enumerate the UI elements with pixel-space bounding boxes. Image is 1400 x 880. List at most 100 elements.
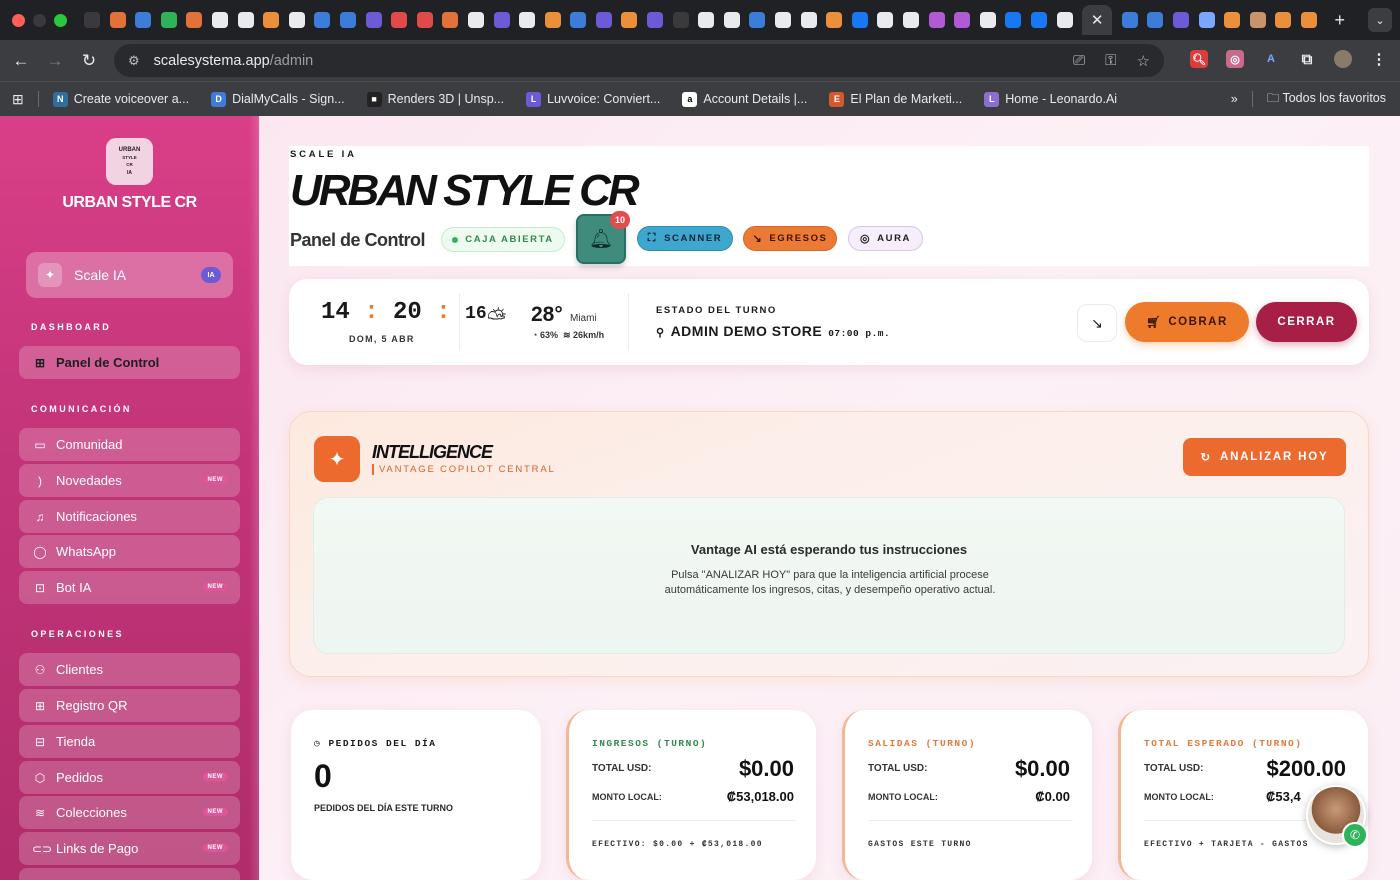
site-info-icon[interactable]: ⚙ bbox=[128, 53, 140, 69]
sidebar-item-links-de-pago[interactable]: ⊂⊃ Links de Pago NEW bbox=[19, 832, 240, 865]
maximize-window-button[interactable] bbox=[54, 13, 67, 27]
tab-favicon-icon[interactable] bbox=[84, 12, 100, 28]
tab-favicon-icon[interactable] bbox=[1056, 12, 1073, 28]
bookmark-item[interactable]: N Create voiceover a... bbox=[52, 91, 189, 107]
tab-favicon-icon[interactable] bbox=[288, 12, 305, 28]
tab-favicon-icon[interactable] bbox=[749, 12, 766, 28]
bookmark-item[interactable]: a Account Details |... bbox=[682, 91, 807, 107]
tab-favicon-icon[interactable] bbox=[160, 12, 177, 28]
extension-a-icon[interactable]: A bbox=[1262, 50, 1280, 68]
tab-favicon-icon[interactable] bbox=[186, 12, 203, 28]
tab-favicon-icon[interactable] bbox=[621, 12, 638, 28]
tab-favicon-icon[interactable] bbox=[1121, 12, 1138, 28]
tab-favicon-icon[interactable] bbox=[1030, 12, 1047, 28]
browser-menu-icon[interactable]: ⋮ bbox=[1370, 50, 1388, 68]
tab-favicon-icon[interactable] bbox=[442, 12, 459, 28]
analizar-hoy-button[interactable]: ↻ ANALIZAR HOY bbox=[1183, 438, 1346, 476]
tab-favicon-icon[interactable] bbox=[237, 12, 254, 28]
close-window-button[interactable] bbox=[12, 13, 25, 27]
tab-favicon-icon[interactable] bbox=[416, 12, 433, 28]
tab-favicon-icon[interactable] bbox=[800, 12, 817, 28]
tab-favicon-icon[interactable] bbox=[647, 12, 664, 28]
tab-favicon-icon[interactable] bbox=[698, 12, 715, 28]
bookmark-item[interactable]: D DialMyCalls - Sign... bbox=[211, 91, 345, 107]
tab-favicon-icon[interactable] bbox=[826, 12, 843, 28]
tab-favicon-icon[interactable] bbox=[672, 12, 689, 28]
more-bookmarks-icon[interactable]: » bbox=[1231, 92, 1238, 106]
tab-favicon-icon[interactable] bbox=[1005, 12, 1022, 28]
tab-favicon-icon[interactable] bbox=[723, 12, 740, 28]
sidebar-item-comunidad[interactable]: ▭ Comunidad bbox=[19, 428, 240, 461]
tab-favicon-icon[interactable] bbox=[1300, 12, 1317, 28]
scale-ia-button[interactable]: ✦ Scale IA IA bbox=[26, 252, 233, 298]
bookmark-item[interactable]: E El Plan de Marketi... bbox=[829, 91, 962, 107]
aura-button[interactable]: ◎ AURA bbox=[848, 226, 923, 251]
egresos-button[interactable]: ↘ EGRESOS bbox=[743, 226, 837, 251]
shift-status-label: ESTADO DEL TURNO bbox=[656, 305, 777, 316]
tab-favicon-icon[interactable] bbox=[339, 12, 356, 28]
address-bar[interactable]: ⚙ scalesystema.app/admin ⎚ ⚿ ☆ bbox=[114, 44, 1164, 77]
sidebar-item-bot-ia[interactable]: ⊡ Bot IA NEW bbox=[19, 571, 240, 604]
tab-favicon-icon[interactable] bbox=[1249, 12, 1266, 28]
sidebar-item-notificaciones[interactable]: ♫ Notificaciones bbox=[19, 500, 240, 533]
tab-favicon-icon[interactable] bbox=[263, 12, 280, 28]
extensions-puzzle-icon[interactable]: ⧉ bbox=[1298, 50, 1316, 68]
sidebar-item-tienda[interactable]: ⊟ Tienda bbox=[19, 725, 240, 758]
tab-favicon-icon[interactable] bbox=[775, 12, 792, 28]
tab-favicon-icon[interactable] bbox=[1198, 12, 1215, 28]
sidebar-item-clientes[interactable]: ⚇ Clientes bbox=[19, 653, 240, 686]
tab-favicon-icon[interactable] bbox=[903, 12, 919, 28]
sidebar-item-registro-qr[interactable]: ⊞ Registro QR bbox=[19, 689, 240, 722]
cerrar-button[interactable]: CERRAR bbox=[1256, 302, 1357, 342]
tab-favicon-icon[interactable] bbox=[595, 12, 612, 28]
tab-favicon-icon[interactable] bbox=[851, 12, 868, 28]
bookmark-item[interactable]: ■ Renders 3D | Unsp... bbox=[366, 91, 504, 107]
tab-favicon-icon[interactable] bbox=[954, 12, 971, 28]
sidebar-item-pedidos[interactable]: ⬡ Pedidos NEW bbox=[19, 761, 240, 794]
sidebar-item-more[interactable] bbox=[19, 868, 240, 880]
tab-favicon-icon[interactable] bbox=[544, 12, 561, 28]
active-tab-close-icon[interactable]: ✕ bbox=[1082, 5, 1113, 35]
tab-favicon-icon[interactable] bbox=[1147, 12, 1164, 28]
new-tab-button[interactable]: + bbox=[1335, 10, 1346, 31]
tab-favicon-icon[interactable] bbox=[493, 12, 510, 28]
forward-button[interactable]: → bbox=[38, 51, 72, 71]
trend-button[interactable]: ↘ bbox=[1077, 304, 1117, 342]
extension-search-icon[interactable]: 🔍︎ bbox=[1190, 50, 1208, 68]
tab-favicon-icon[interactable] bbox=[365, 12, 382, 28]
tab-favicon-icon[interactable] bbox=[979, 12, 996, 28]
tab-favicon-icon[interactable] bbox=[1275, 12, 1292, 28]
sidebar-item-panel[interactable]: ⊞ Panel de Control bbox=[19, 346, 240, 379]
sidebar-item-colecciones[interactable]: ≋ Colecciones NEW bbox=[19, 796, 240, 829]
tab-favicon-icon[interactable] bbox=[1172, 12, 1189, 28]
all-bookmarks-folder[interactable]: 🗀 Todos los favoritos bbox=[1267, 89, 1386, 110]
sidebar-item-novedades[interactable]: ) Novedades NEW bbox=[19, 464, 240, 497]
tab-favicon-icon[interactable] bbox=[467, 12, 484, 28]
extension-instagram-icon[interactable]: ◎ bbox=[1226, 50, 1244, 68]
tab-favicon-icon[interactable] bbox=[391, 12, 408, 28]
sidebar-item-whatsapp[interactable]: ◯ WhatsApp bbox=[19, 535, 240, 568]
tab-favicon-icon[interactable] bbox=[109, 12, 126, 28]
tab-favicon-icon[interactable] bbox=[1224, 12, 1241, 28]
password-key-icon[interactable]: ⚿ bbox=[1105, 52, 1116, 70]
tab-favicon-icon[interactable] bbox=[211, 12, 228, 28]
reload-button[interactable]: ↻ bbox=[72, 51, 106, 71]
apps-grid-icon[interactable]: ⊞ bbox=[12, 91, 24, 108]
phone-icon[interactable]: ✆ bbox=[1342, 822, 1368, 848]
minimize-window-button[interactable] bbox=[33, 13, 46, 27]
tab-favicon-icon[interactable] bbox=[519, 12, 536, 28]
tab-favicon-icon[interactable] bbox=[570, 12, 587, 28]
tab-favicon-icon[interactable] bbox=[314, 12, 331, 28]
bookmark-item[interactable]: L Luvvoice: Conviert... bbox=[526, 91, 660, 107]
install-app-icon[interactable]: ⎚ bbox=[1073, 52, 1085, 70]
back-button[interactable]: ← bbox=[4, 51, 38, 71]
bookmark-star-icon[interactable]: ☆ bbox=[1137, 52, 1150, 70]
tab-favicon-icon[interactable] bbox=[135, 12, 152, 28]
profile-avatar[interactable] bbox=[1334, 50, 1352, 68]
scanner-button[interactable]: ⛶ SCANNER bbox=[637, 226, 733, 251]
tab-favicon-icon[interactable] bbox=[877, 12, 894, 28]
cobrar-button[interactable]: 🛒︎ COBRAR bbox=[1125, 302, 1249, 342]
tab-favicon-icon[interactable] bbox=[928, 12, 945, 28]
bookmark-item[interactable]: L Home - Leonardo.Ai bbox=[984, 91, 1117, 107]
tab-search-button[interactable]: ⌄ bbox=[1368, 8, 1392, 32]
